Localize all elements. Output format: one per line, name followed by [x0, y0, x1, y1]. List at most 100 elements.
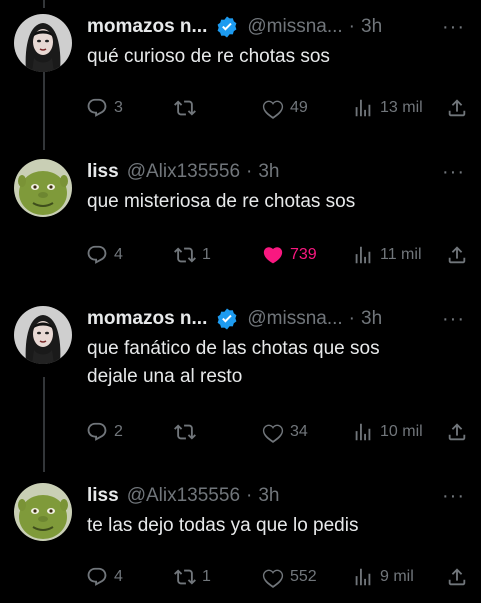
reply-button[interactable]: 4 — [86, 565, 123, 589]
like-button[interactable]: 739 — [262, 243, 317, 267]
tweet-text-line: dejale una al resto — [87, 366, 243, 387]
like-count: 739 — [290, 246, 317, 263]
retweet-icon — [174, 569, 196, 585]
retweet-icon — [174, 247, 196, 263]
reply-count: 2 — [114, 423, 123, 440]
views-chart-icon — [355, 423, 371, 441]
reply-icon — [87, 98, 107, 117]
avatar[interactable] — [14, 14, 72, 72]
share-icon — [448, 99, 466, 117]
tweet-header: liss @Alix135556 · 3h — [87, 159, 279, 185]
like-count: 34 — [290, 423, 308, 440]
reply-count: 4 — [114, 568, 123, 585]
more-dots-icon[interactable]: ··· — [442, 14, 465, 40]
shrek-avatar-icon — [14, 483, 72, 541]
like-count: 49 — [290, 99, 308, 116]
like-button[interactable]: 34 — [262, 420, 308, 444]
more-dots-icon[interactable]: ··· — [442, 306, 465, 332]
separator-dot: · — [348, 308, 355, 329]
tweet[interactable]: momazos n... @missna... · 3h ··· que fan… — [0, 306, 481, 456]
reply-button[interactable]: 3 — [86, 96, 123, 120]
avatar[interactable] — [14, 306, 72, 364]
heart-icon — [262, 100, 284, 119]
tweet-text: que fanático de las chotas que sos dejal… — [87, 335, 467, 391]
tweet-header: momazos n... @missna... · 3h — [87, 306, 382, 332]
retweet-button[interactable] — [174, 96, 202, 120]
timestamp[interactable]: 3h — [258, 161, 279, 183]
handle[interactable]: @Alix135556 — [127, 485, 240, 507]
tweet[interactable]: liss @Alix135556 · 3h ··· que misteriosa… — [0, 159, 481, 279]
views-button[interactable]: 9 mil — [352, 565, 414, 589]
views-count: 13 mil — [380, 99, 423, 116]
share-icon — [448, 568, 466, 586]
tweet-header: liss @Alix135556 · 3h — [87, 483, 279, 509]
views-chart-icon — [355, 99, 371, 117]
more-dots-icon[interactable]: ··· — [442, 483, 465, 509]
reply-button[interactable]: 4 — [86, 243, 123, 267]
like-count: 552 — [290, 568, 317, 585]
shrek-avatar-icon — [14, 159, 72, 217]
share-icon — [448, 246, 466, 264]
timestamp[interactable]: 3h — [258, 485, 279, 507]
action-bar: 2 34 10 mil — [86, 420, 468, 444]
tweet-header: momazos n... @missna... · 3h — [87, 14, 382, 40]
avatar[interactable] — [14, 159, 72, 217]
girl-avatar-icon — [14, 14, 72, 72]
reply-icon — [87, 422, 107, 441]
views-count: 9 mil — [380, 568, 414, 585]
like-button[interactable]: 552 — [262, 565, 317, 589]
separator-dot: · — [246, 161, 253, 182]
action-bar: 3 49 13 mil — [86, 96, 468, 120]
views-count: 11 mil — [380, 246, 422, 263]
tweet-text: que misteriosa de re chotas sos — [87, 188, 467, 216]
handle[interactable]: @missna... — [247, 16, 342, 38]
views-button[interactable]: 11 mil — [352, 243, 422, 267]
timestamp[interactable]: 3h — [361, 16, 382, 38]
retweet-button[interactable] — [174, 420, 202, 444]
heart-icon — [262, 424, 284, 443]
reply-count: 3 — [114, 99, 123, 116]
display-name[interactable]: momazos n... — [87, 16, 207, 38]
retweet-button[interactable]: 1 — [174, 243, 211, 267]
tweet-text: qué curioso de re chotas sos — [87, 43, 467, 71]
heart-icon — [262, 569, 284, 588]
views-chart-icon — [355, 246, 371, 264]
reply-button[interactable]: 2 — [86, 420, 123, 444]
more-dots-icon[interactable]: ··· — [442, 159, 465, 185]
avatar[interactable] — [14, 483, 72, 541]
timestamp[interactable]: 3h — [361, 308, 382, 330]
like-button[interactable]: 49 — [262, 96, 308, 120]
views-chart-icon — [355, 568, 371, 586]
tweet[interactable]: momazos n... @missna... · 3h ··· qué cur… — [0, 14, 481, 134]
retweet-icon — [174, 424, 196, 440]
views-button[interactable]: 13 mil — [352, 96, 423, 120]
thread-line — [43, 0, 45, 8]
girl-avatar-icon — [14, 306, 72, 364]
handle[interactable]: @missna... — [247, 308, 342, 330]
retweet-icon — [174, 100, 196, 116]
display-name[interactable]: liss — [87, 485, 119, 507]
action-bar: 4 1 552 9 mil — [86, 565, 468, 589]
handle[interactable]: @Alix135556 — [127, 161, 240, 183]
tweet-text-line: qué curioso de re chotas sos — [87, 46, 330, 67]
heart-filled-icon — [263, 247, 283, 264]
tweet[interactable]: liss @Alix135556 · 3h ··· te las dejo to… — [0, 483, 481, 603]
separator-dot: · — [348, 16, 355, 37]
retweet-button[interactable]: 1 — [174, 565, 211, 589]
verified-badge-icon[interactable] — [215, 15, 239, 39]
share-icon — [448, 423, 466, 441]
share-button[interactable] — [446, 565, 468, 589]
share-button[interactable] — [446, 243, 468, 267]
display-name[interactable]: liss — [87, 161, 119, 183]
views-button[interactable]: 10 mil — [352, 420, 423, 444]
tweet-text-line: que fanático de las chotas que sos — [87, 338, 380, 359]
tweet-text: te las dejo todas ya que lo pedis — [87, 512, 467, 540]
views-count: 10 mil — [380, 423, 423, 440]
share-button[interactable] — [446, 420, 468, 444]
verified-badge-icon[interactable] — [215, 307, 239, 331]
share-button[interactable] — [446, 96, 468, 120]
display-name[interactable]: momazos n... — [87, 308, 207, 330]
reply-icon — [87, 245, 107, 264]
reply-icon — [87, 567, 107, 586]
action-bar: 4 1 739 11 mil — [86, 243, 468, 267]
